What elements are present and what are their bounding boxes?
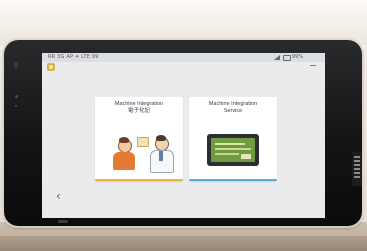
menu-icon[interactable] [310, 65, 316, 66]
person-hair [156, 135, 166, 141]
device-screen [211, 138, 255, 162]
card-machine-integration-service[interactable]: Machine Integration Service [189, 97, 277, 181]
side-sticker [352, 152, 362, 186]
tablet-screen: RR 3G AP ✦ LTE 99 99% Machine Integratio… [42, 53, 325, 218]
card-title: Machine Integration 電子化記 [114, 101, 164, 114]
card-title: Machine Integration Service [208, 101, 258, 114]
device-button [241, 154, 251, 159]
status-text: RR 3G AP ✦ LTE 99 [48, 54, 99, 60]
battery-icon [283, 55, 291, 61]
status-bar: RR 3G AP ✦ LTE 99 99% [42, 53, 325, 62]
back-arrow-icon[interactable]: ‹ [56, 190, 64, 202]
photo-shadow [0, 236, 367, 251]
bottom-port [58, 220, 68, 223]
card-machine-integration-records[interactable]: Machine Integration 電子化記 [95, 97, 183, 181]
light-sensor [15, 105, 17, 107]
device-line [215, 153, 239, 155]
person-left [111, 137, 137, 173]
device-line [215, 143, 245, 145]
signal-icon [274, 55, 280, 60]
battery-percent: 99% [292, 54, 304, 60]
person-hair [119, 137, 129, 143]
people-illustration [105, 131, 175, 173]
photo-frame [137, 137, 149, 147]
person-body [113, 152, 135, 170]
person-right [149, 135, 174, 173]
front-camera [15, 95, 18, 98]
tie [159, 151, 163, 161]
device-illustration [207, 134, 259, 166]
device-line [215, 148, 251, 150]
app-logo-icon [47, 63, 55, 71]
front-speaker [14, 62, 18, 68]
